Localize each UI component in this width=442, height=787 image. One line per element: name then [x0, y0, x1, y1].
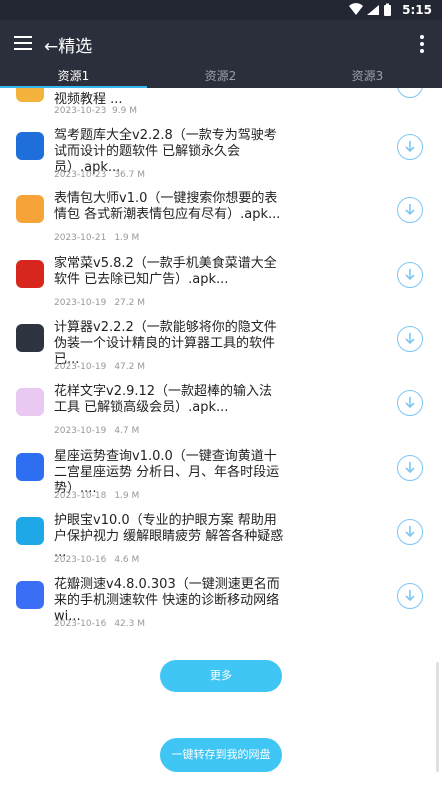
download-button[interactable]	[397, 326, 423, 352]
item-meta: 2023-10-23 9.9 M	[54, 106, 137, 116]
item-size: 4.6 M	[114, 555, 140, 565]
more-button[interactable]: 更多	[160, 660, 282, 692]
item-size: 1.9 M	[114, 233, 140, 243]
item-date: 2023-10-23	[54, 170, 107, 180]
eye-care-app-icon	[16, 517, 44, 545]
tab-resource-2[interactable]: 资源2	[147, 68, 294, 88]
download-arrow-icon	[405, 397, 415, 409]
item-size: 47.2 M	[114, 362, 145, 372]
resource-list: 视频教程 ... 2023-10-23 9.9 M 驾考题库大全v2.2.8（一…	[0, 88, 442, 787]
scrollbar[interactable]	[436, 662, 439, 772]
download-button[interactable]	[397, 390, 423, 416]
item-meta: 2023-10-16 4.6 M	[54, 555, 147, 565]
item-title: 表情包大师v1.0（一键搜索你想要的表情包 各式新潮表情包应有尽有）.apk..…	[54, 191, 281, 222]
item-meta: 2023-10-21 1.9 M	[54, 233, 147, 243]
item-meta: 2023-10-18 1.9 M	[54, 491, 147, 501]
item-title: 花样文字v2.9.12（一款超棒的输入法工具 已解锁高级会员）.apk...	[54, 384, 273, 415]
item-title: 星座运势查询v1.0.0（一键查询黄道十二宫星座运势 分析日、月、年各时段运势）…	[54, 449, 280, 496]
tab-resource-3[interactable]: 资源3	[294, 68, 441, 88]
download-button[interactable]	[397, 134, 423, 160]
item-title: 驾考题库大全v2.2.8（一款专为驾驶考试而设计的题软件 已解锁永久会员）.ap…	[54, 128, 277, 175]
download-arrow-icon	[405, 462, 415, 474]
download-arrow-icon	[405, 590, 415, 602]
save-to-cloud-button[interactable]: 一键转存到我的网盘	[160, 738, 282, 772]
star-app-icon	[16, 453, 44, 481]
more-options-icon[interactable]	[420, 35, 424, 56]
item-size: 27.2 M	[114, 298, 145, 308]
back-title[interactable]: ←精选	[44, 32, 92, 57]
item-date: 2023-10-18	[54, 491, 107, 501]
item-title: 家常菜v5.8.2（一款手机美食菜谱大全软件 已去除已知广告）.apk...	[54, 256, 277, 287]
download-button[interactable]	[397, 262, 423, 288]
download-button[interactable]	[397, 519, 423, 545]
download-arrow-icon	[405, 269, 415, 281]
emoji-app-icon	[16, 195, 44, 223]
item-title: 花瓣测速v4.8.0.303（一键测速更名而来的手机测速软件 快速的诊断移动网络…	[54, 577, 280, 624]
item-title: 计算器v2.2.2（一款能够将你的隐文件伪装一个设计精良的计算器工具的软件 已.…	[54, 320, 277, 367]
item-date: 2023-10-21	[54, 233, 107, 243]
recipe-app-icon	[16, 260, 44, 288]
status-time: 5:15	[402, 3, 432, 17]
download-arrow-icon	[405, 141, 415, 153]
exam-app-icon	[16, 132, 44, 160]
item-date: 2023-10-19	[54, 362, 107, 372]
download-arrow-icon	[405, 204, 415, 216]
item-size: 1.9 M	[114, 491, 140, 501]
app-icon	[16, 88, 44, 102]
tab-resource-1[interactable]: 资源1	[0, 68, 147, 88]
wifi-signal-battery-icons	[349, 3, 391, 16]
item-meta: 2023-10-23 36.7 M	[54, 170, 153, 180]
download-arrow-icon	[405, 333, 415, 345]
item-size: 36.7 M	[114, 170, 145, 180]
item-size: 42.3 M	[114, 619, 145, 629]
download-button[interactable]	[397, 455, 423, 481]
item-title: 视频教程 ...	[54, 92, 123, 107]
download-arrow-icon	[405, 526, 415, 538]
download-button[interactable]	[397, 197, 423, 223]
item-title: 护眼宝v10.0（专业的护眼方案 帮助用户保护视力 缓解眼睛疲劳 解答各种疑惑 …	[54, 513, 284, 560]
item-meta: 2023-10-19 27.2 M	[54, 298, 153, 308]
item-date: 2023-10-19	[54, 426, 107, 436]
font-app-icon	[16, 388, 44, 416]
download-button[interactable]	[397, 583, 423, 609]
status-bar: 5:15	[0, 0, 442, 20]
calculator-app-icon	[16, 324, 44, 352]
item-meta: 2023-10-16 42.3 M	[54, 619, 153, 629]
item-date: 2023-10-19	[54, 298, 107, 308]
item-meta: 2023-10-19 47.2 M	[54, 362, 153, 372]
tab-bar: 资源1 资源2 资源3	[0, 68, 442, 88]
item-meta: 2023-10-19 4.7 M	[54, 426, 147, 436]
download-button[interactable]	[397, 88, 423, 98]
item-date: 2023-10-16	[54, 619, 107, 629]
app-bar: ←精选	[0, 20, 442, 68]
speedtest-app-icon	[16, 581, 44, 609]
item-size: 4.7 M	[114, 426, 140, 436]
menu-icon[interactable]	[14, 36, 32, 50]
item-date: 2023-10-16	[54, 555, 107, 565]
